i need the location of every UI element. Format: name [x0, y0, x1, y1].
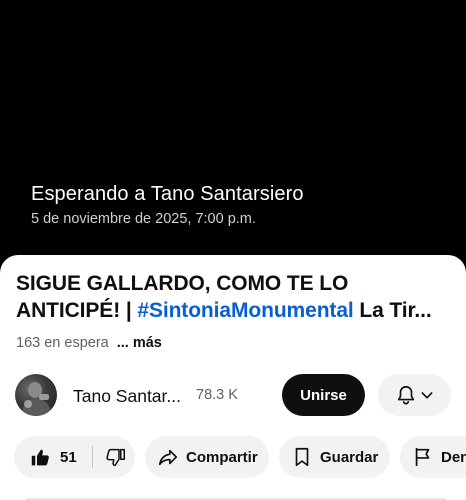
avatar-photo-icon	[21, 382, 52, 416]
more-link[interactable]: ... más	[117, 335, 162, 351]
like-dislike-button[interactable]: 51	[14, 436, 135, 478]
subscriber-count: 78.3 K	[196, 387, 238, 403]
video-title-line-2: ANTICIPÉ! | #SintoniaMonumental La Tir..…	[16, 297, 456, 324]
share-icon	[158, 449, 178, 466]
channel-avatar[interactable]	[15, 374, 57, 416]
video-player[interactable]: Esperando a Tano Santarsiero 5 de noviem…	[0, 0, 466, 262]
video-details-panel: SIGUE GALLARDO, COMO TE LO ANTICIPÉ! | #…	[0, 255, 466, 500]
bell-icon	[397, 385, 414, 405]
save-button[interactable]: Guardar	[279, 436, 390, 478]
action-buttons-row: 51 Compartir Guardar Denu	[0, 436, 466, 480]
report-label: Denu	[441, 448, 466, 466]
thumbs-down-icon[interactable]	[105, 447, 126, 468]
waiting-count: 163 en espera	[16, 335, 109, 351]
channel-row: Tano Santar... 78.3 K Unirse	[0, 373, 466, 421]
notifications-button[interactable]	[378, 374, 451, 416]
video-title[interactable]: SIGUE GALLARDO, COMO TE LO ANTICIPÉ! | #…	[16, 270, 456, 324]
share-button[interactable]: Compartir	[145, 436, 269, 478]
join-button[interactable]: Unirse	[282, 374, 365, 416]
hashtag-link[interactable]: #SintoniaMonumental	[137, 299, 353, 322]
waiting-status: Esperando a Tano Santarsiero	[31, 183, 304, 205]
video-meta[interactable]: 163 en espera ... más	[16, 335, 162, 351]
video-title-line-1: SIGUE GALLARDO, COMO TE LO	[16, 272, 349, 295]
channel-name[interactable]: Tano Santar...	[73, 386, 181, 407]
save-label: Guardar	[320, 448, 379, 466]
scheduled-time: 5 de noviembre de 2025, 7:00 p.m.	[31, 211, 256, 227]
like-divider	[91, 446, 93, 468]
title-prefix: ANTICIPÉ! |	[16, 299, 138, 322]
report-button[interactable]: Denu	[400, 436, 466, 478]
bookmark-icon	[295, 447, 309, 467]
thumbs-up-icon	[31, 449, 49, 465]
like-count: 51	[60, 448, 77, 466]
flag-icon	[415, 447, 430, 467]
chevron-down-icon	[421, 392, 432, 399]
share-label: Compartir	[186, 448, 258, 466]
title-suffix: La Tir...	[353, 299, 432, 322]
